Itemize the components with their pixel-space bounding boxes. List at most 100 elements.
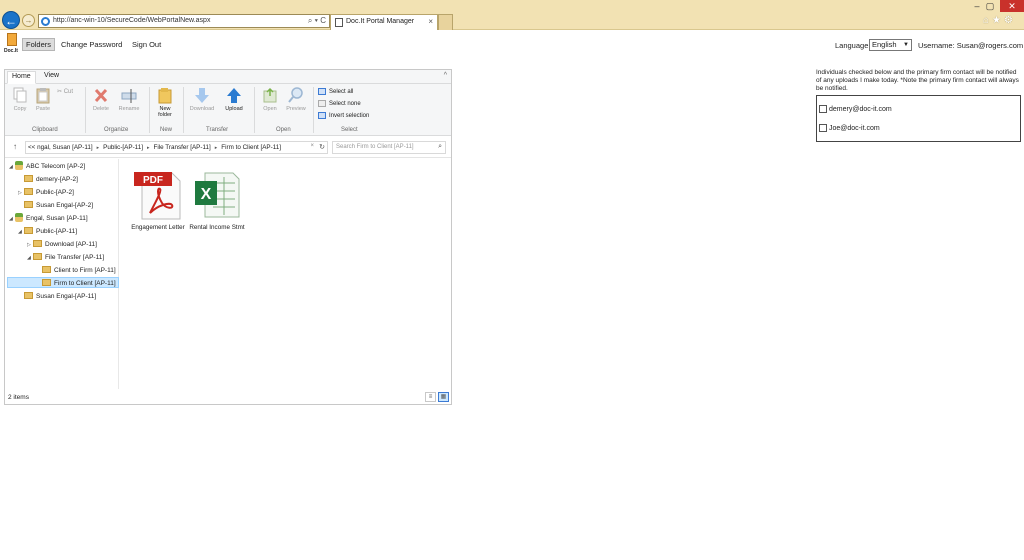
recipient-checkbox[interactable] (819, 124, 827, 132)
details-view-icon[interactable]: ≡ (425, 392, 436, 402)
excel-label: X (201, 186, 212, 203)
breadcrumb-item[interactable]: Firm to Client [AP-11] (221, 144, 281, 151)
address-url[interactable]: http://anc-win-10/SecureCode/WebPortalNe… (53, 17, 210, 24)
folder-icon (33, 239, 42, 247)
forward-arrow-icon: → (24, 16, 33, 25)
folder-icon (42, 265, 51, 273)
new-folder-button[interactable]: New folder (153, 87, 177, 118)
folder-icon (33, 252, 42, 260)
recipient-email: Joe@doc-it.com (829, 124, 880, 132)
copy-label: Copy (13, 106, 27, 112)
paste-button[interactable]: Paste (31, 87, 55, 112)
breadcrumb-separator-icon: ▸ (96, 145, 100, 151)
tree-item[interactable]: ▷ Download [AP-11] (27, 239, 97, 250)
ribbon-divider (313, 87, 314, 133)
select-all-label: Select all (329, 89, 354, 96)
upload-arrow-icon (227, 88, 241, 103)
open-button[interactable]: Open (258, 87, 282, 112)
tree-item[interactable]: ▷ Public-[AP-2] (18, 187, 74, 198)
pdf-label: PDF (143, 175, 163, 186)
recipient-email: demery@doc-it.com (829, 105, 892, 113)
tree-item[interactable]: ◢ Public-[AP-11] (18, 226, 77, 237)
breadcrumb[interactable]: << ngal, Susan [AP-11] ▸ Public-[AP-11] ▸ Fi… (25, 141, 328, 154)
select-none-button[interactable]: Select none (318, 100, 361, 107)
tree-item[interactable]: ◢ File Transfer [AP-11] (27, 252, 104, 263)
home-favorites-settings-icons[interactable]: ⌂★⚙ (983, 15, 1016, 26)
breadcrumb-separator-icon: ▸ (214, 145, 218, 151)
nav-folders[interactable]: Folders (22, 38, 56, 51)
new-tab-button[interactable] (438, 14, 453, 30)
recipient-list: demery@doc-it.com Joe@doc-it.com (816, 95, 1021, 142)
file-item[interactable]: PDF Engagement Letter (130, 169, 186, 232)
tree-item[interactable]: Susan Engal-[AP-2] (18, 200, 93, 211)
tree-item[interactable]: ◢ Engal, Susan [AP-11] (9, 212, 88, 224)
maximize-button[interactable]: ▢ (980, 0, 1000, 12)
new-folder-icon (158, 88, 172, 104)
clear-path-icon[interactable]: × (310, 143, 314, 149)
pdf-file-icon: PDF (134, 172, 181, 220)
item-count: 2 items (8, 394, 29, 401)
delete-icon (94, 88, 108, 103)
tab-close-icon[interactable]: × (428, 17, 433, 26)
tree-item[interactable]: demery-[AP-2] (18, 174, 78, 185)
language-select[interactable]: English ▼ (869, 39, 912, 51)
invert-selection-button[interactable]: Invert selection (318, 112, 369, 119)
nav-change-password[interactable]: Change Password (61, 40, 122, 49)
browser-tab[interactable]: Doc.It Portal Manager × (330, 14, 438, 30)
upload-button[interactable]: Upload (222, 87, 246, 112)
tree-item[interactable]: Client to Firm [AP-11] (36, 265, 119, 276)
tree-item-selected[interactable]: Firm to Client [AP-11] (7, 277, 119, 288)
copy-button[interactable]: Copy (8, 87, 32, 112)
group-organize-label: Organize (104, 127, 129, 133)
ribbon-collapse-icon[interactable]: ^ (444, 72, 447, 79)
open-label: Open (263, 106, 277, 112)
new-folder-label: New folder (158, 106, 172, 118)
notify-description: Individuals checked below and the primar… (816, 69, 1019, 92)
close-window-button[interactable]: ✕ (1000, 0, 1024, 12)
tab-title: Doc.It Portal Manager (346, 18, 415, 25)
file-name: Engagement Letter (131, 224, 185, 231)
file-explorer: Home View ^ Copy Paste ✂ Cut Clipboard D… (4, 69, 452, 405)
tree-item[interactable]: ◢ ABC Telecom [AP-2] (9, 160, 85, 172)
logo-mark-icon (7, 33, 17, 46)
preview-button[interactable]: Preview (284, 87, 308, 112)
select-none-icon (318, 100, 326, 107)
folder-tree: ◢ ABC Telecom [AP-2] demery-[AP-2] ▷ Publi… (5, 159, 119, 389)
breadcrumb-item[interactable]: Public-[AP-11] (103, 144, 143, 151)
chevron-down-icon: ▼ (903, 42, 909, 48)
folder-search-input[interactable]: Search Firm to Client [AP-11] ⌕ (332, 141, 446, 154)
tree-item[interactable]: Susan Engal-[AP-11] (18, 291, 96, 302)
rename-button[interactable]: Rename (117, 87, 141, 112)
group-clipboard-label: Clipboard (32, 127, 58, 133)
group-new-label: New (160, 127, 173, 133)
delete-button[interactable]: Delete (89, 87, 113, 112)
address-bar[interactable]: http://anc-win-10/SecureCode/WebPortalNe… (38, 14, 330, 28)
forward-button[interactable]: → (22, 14, 35, 27)
back-arrow-icon: ← (5, 14, 17, 28)
breadcrumb-item[interactable]: << ngal, Susan [AP-11] (28, 144, 93, 151)
nav-sign-out[interactable]: Sign Out (132, 40, 161, 49)
tab-home[interactable]: Home (7, 71, 36, 84)
large-icons-view-icon[interactable]: ▦ (438, 392, 449, 402)
address-controls[interactable]: ⌕ ▾ C (308, 16, 326, 26)
breadcrumb-item[interactable]: File Transfer [AP-11] (153, 144, 210, 151)
excel-file-icon: X (195, 172, 240, 218)
recipient-row[interactable]: demery@doc-it.com (819, 105, 892, 113)
download-button[interactable]: Download (188, 87, 216, 112)
folder-icon (24, 226, 33, 234)
folder-icon (24, 174, 33, 182)
language-label: Language: (835, 41, 871, 50)
recipient-row[interactable]: Joe@doc-it.com (819, 124, 880, 132)
up-arrow-icon[interactable]: ↑ (13, 142, 17, 151)
refresh-icon[interactable]: ↻ (319, 143, 325, 151)
folder-icon (24, 200, 33, 208)
magnifier-icon (288, 87, 303, 103)
recipient-checkbox[interactable] (819, 105, 827, 113)
back-button[interactable]: ← (2, 11, 20, 29)
cut-button[interactable]: ✂ Cut (57, 88, 73, 95)
breadcrumb-items: << ngal, Susan [AP-11] ▸ Public-[AP-11] ▸ Fi… (28, 144, 281, 151)
tab-view[interactable]: View (44, 72, 59, 79)
select-all-button[interactable]: Select all (318, 88, 353, 95)
file-item[interactable]: X Rental Income Stmt (189, 169, 245, 232)
ribbon-divider (149, 87, 150, 133)
